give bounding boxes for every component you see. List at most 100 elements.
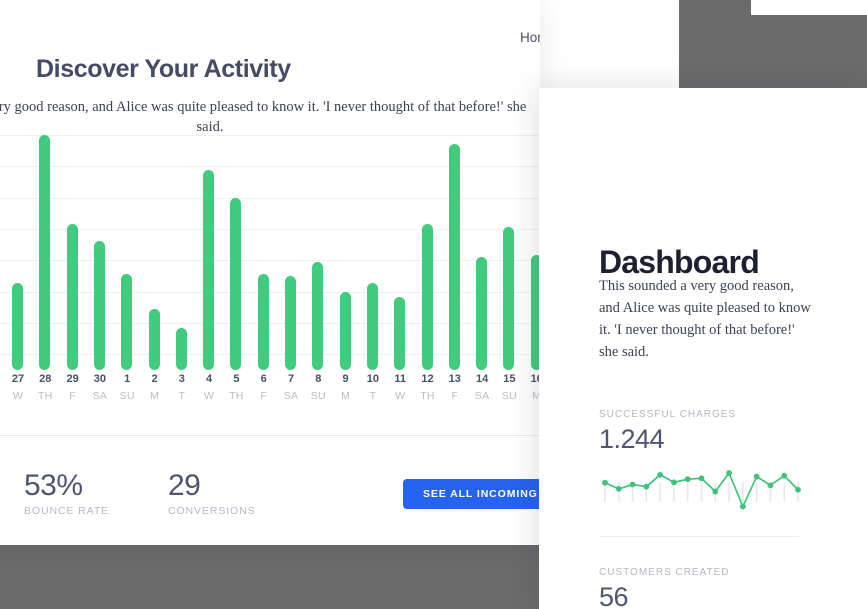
axis-weekday-label: SA xyxy=(474,390,490,402)
axis-day-label: 12 xyxy=(421,373,434,385)
bar xyxy=(339,292,351,370)
analytics-card-content: Discover Your Activity HomeAboutFeatures… xyxy=(0,0,540,545)
axis-tick: 16 M xyxy=(522,372,540,406)
analytics-card: Discover Your Activity HomeAboutFeatures… xyxy=(0,0,540,545)
axis-weekday-label: M xyxy=(532,390,540,402)
axis-day-label: 9 xyxy=(342,373,349,385)
bar xyxy=(93,240,105,370)
axis-weekday-label: TH xyxy=(229,390,244,402)
axis-day-label: 29 xyxy=(66,373,79,385)
stat-conversions-label: CONVERSIONS xyxy=(168,505,256,517)
axis-day-label: 7 xyxy=(287,373,295,385)
axis-tick: 1 SU xyxy=(112,372,142,406)
see-all-incoming-stats-button[interactable]: SEE ALL INCOMING STATS xyxy=(403,479,540,509)
axis-weekday-label: SU xyxy=(119,390,135,402)
axis-weekday-label: M xyxy=(341,390,351,402)
axis-day-label: 4 xyxy=(206,373,213,385)
metric-successful-charges-label: SUCCESSFUL CHARGES xyxy=(599,409,737,420)
axis-tick: 15 SU xyxy=(494,372,524,406)
axis-tick: 3T xyxy=(167,372,197,406)
metric-customers-created: CUSTOMERS CREATED 56 xyxy=(599,566,819,609)
stat-bounce-rate-value: 53% xyxy=(24,469,83,502)
axis-tick: 14 SA xyxy=(467,372,497,406)
axis-day-label: 14 xyxy=(475,373,489,385)
bar xyxy=(366,283,378,370)
axis-tick: 6F xyxy=(249,372,279,406)
bar xyxy=(39,135,51,370)
axis-weekday-label: W xyxy=(395,390,406,402)
axis-tick: 28 TH xyxy=(30,372,60,406)
axis-day-label: 30 xyxy=(93,373,107,385)
axis-weekday-label: M xyxy=(149,390,160,402)
axis-weekday-label: F xyxy=(260,390,268,402)
axis-tick: 11 W xyxy=(385,372,415,406)
stat-conversions-value: 29 xyxy=(168,469,201,502)
axis-weekday-label: TH xyxy=(37,390,53,402)
dashboard-divider xyxy=(599,536,799,537)
axis-tick: 29 F xyxy=(58,372,88,406)
axis-weekday-label: F xyxy=(451,390,459,402)
nav-link-home[interactable]: Home xyxy=(520,30,540,45)
activity-bar-chart xyxy=(0,135,540,370)
axis-weekday-label: SA xyxy=(92,390,108,402)
axis-weekday-label: W xyxy=(203,390,215,402)
axis-weekday-label: SU xyxy=(501,390,517,402)
axis-day-label: 2 xyxy=(151,373,158,385)
metric-successful-charges-value: 1.244 xyxy=(599,424,665,454)
stat-bounce-rate-label: BOUNCE RATE xyxy=(24,505,109,517)
metric-customers-created-value: 56 xyxy=(599,582,629,609)
bar xyxy=(148,308,160,370)
axis-tick: 2M xyxy=(140,372,170,406)
stat-bounce-rate: 53% BOUNCE RATE xyxy=(24,469,109,519)
axis-weekday-label: SU xyxy=(310,390,326,402)
background-block-top-small xyxy=(679,0,751,88)
bar xyxy=(175,327,187,370)
background-block-top-wide xyxy=(751,15,867,88)
axis-tick: 4W xyxy=(194,372,224,406)
axis-tick: 10 T xyxy=(358,372,388,406)
bar xyxy=(476,257,488,370)
bar xyxy=(394,297,406,370)
successful-charges-sparkline xyxy=(602,470,801,510)
axis-day-label: 13 xyxy=(448,373,461,385)
axis-tick: 13 F xyxy=(440,372,470,406)
bar xyxy=(230,198,242,370)
axis-weekday-label: W xyxy=(12,390,24,402)
axis-day-label: 16 xyxy=(530,373,540,385)
bar xyxy=(257,273,269,370)
axis-day-label: 15 xyxy=(503,373,516,385)
bar-chart-plot xyxy=(0,135,540,370)
bar xyxy=(312,261,324,370)
dashboard-description: This sounded a very good reason, and Ali… xyxy=(599,277,811,360)
axis-day-label: 6 xyxy=(260,373,267,385)
axis-weekday-label: F xyxy=(69,390,76,402)
sparkline-successful-charges xyxy=(599,460,819,516)
axis-weekday-label: T xyxy=(369,390,377,402)
axis-weekday-label: T xyxy=(178,390,186,402)
bar xyxy=(121,273,133,370)
axis-tick: 12 TH xyxy=(413,372,443,406)
metric-successful-charges: SUCCESSFUL CHARGES 1.244 xyxy=(599,408,819,516)
axis-day-label: 5 xyxy=(233,373,240,385)
background-block-bottom xyxy=(0,545,540,609)
axis-day-label: 1 xyxy=(124,373,131,385)
axis-weekday-label: SA xyxy=(283,390,299,402)
analytics-divider xyxy=(0,435,540,436)
axis-day-label: 10 xyxy=(366,373,380,385)
analytics-subtitle: This sounded a very good reason, and Ali… xyxy=(0,98,527,135)
metric-customers-created-label: CUSTOMERS CREATED xyxy=(599,567,730,578)
analytics-header: Discover Your Activity HomeAboutFeatures… xyxy=(0,0,540,83)
page-title: Discover Your Activity xyxy=(36,54,291,83)
bar xyxy=(203,170,215,370)
axis-tick: 7 SA xyxy=(276,372,306,406)
axis-weekday-label: TH xyxy=(420,390,435,402)
main-navigation[interactable]: HomeAboutFeaturesPrices xyxy=(520,30,540,45)
dashboard-panel: Dashboard This sounded a very good reaso… xyxy=(539,88,867,609)
bar xyxy=(448,144,460,370)
axis-tick: 8 SU xyxy=(303,372,333,406)
axis-day-label: 8 xyxy=(315,373,322,385)
axis-tick: 30 SA xyxy=(85,372,115,406)
bar xyxy=(12,283,23,370)
axis-tick: 5 TH xyxy=(221,372,251,406)
bar xyxy=(285,276,296,370)
